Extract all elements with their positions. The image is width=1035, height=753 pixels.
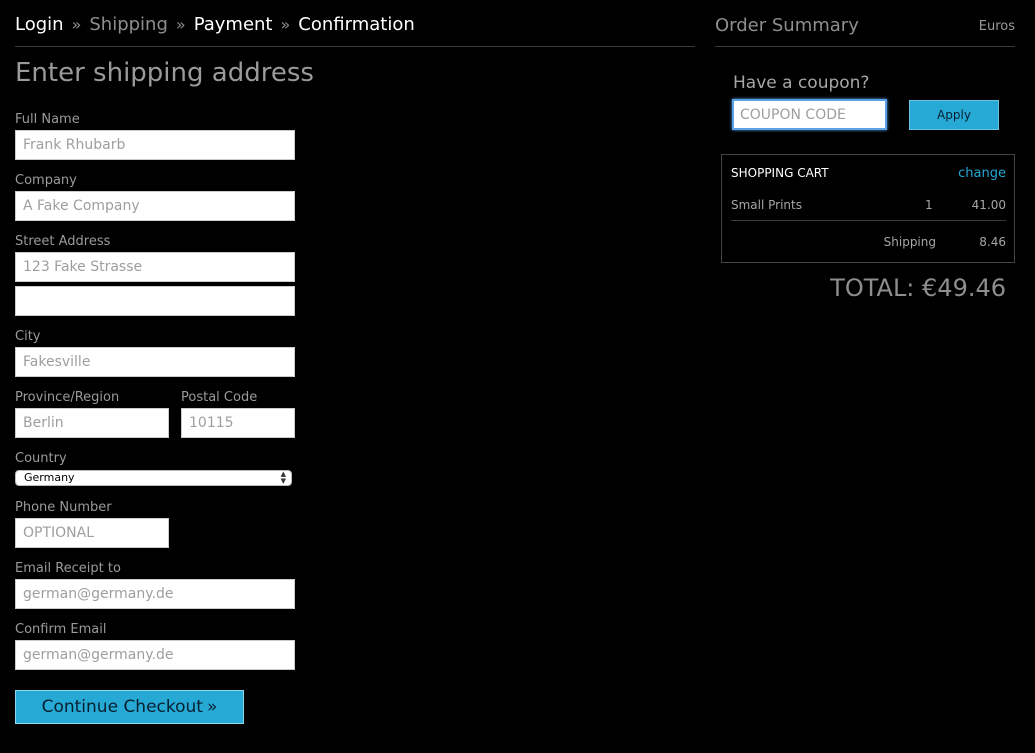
coupon-prompt: Have a coupon? [733,73,870,93]
breadcrumb-step-payment[interactable]: Payment [194,14,273,35]
breadcrumb: Login » Shipping » Payment » Confirmation [15,14,415,38]
email-label: Email Receipt to [15,561,121,576]
company-input[interactable] [15,191,295,221]
street-address-label: Street Address [15,234,111,249]
cart-divider [731,220,1006,221]
country-select[interactable]: Germany ▲ ▼ [15,470,292,486]
postal-code-label: Postal Code [181,390,258,405]
shipping-label: Shipping [883,235,936,249]
divider [715,46,1015,47]
order-summary-title: Order Summary [715,15,859,36]
email-input[interactable] [15,579,295,609]
confirm-email-input[interactable] [15,640,295,670]
continue-checkout-button[interactable]: Continue Checkout» [15,690,244,724]
breadcrumb-step-login[interactable]: Login [15,14,64,35]
city-input[interactable] [15,347,295,377]
apply-coupon-button[interactable]: Apply [909,100,999,130]
postal-code-input[interactable] [181,408,295,438]
full-name-label: Full Name [15,112,80,127]
shopping-cart-box: SHOPPING CART change Small Prints 1 41.0… [721,154,1015,263]
full-name-input[interactable] [15,130,295,160]
breadcrumb-separator: » [280,15,291,34]
change-cart-link[interactable]: change [958,166,1006,181]
continue-checkout-label: Continue Checkout [41,697,203,717]
country-select-value: Germany [24,471,75,484]
currency-label: Euros [978,19,1015,34]
city-label: City [15,329,41,344]
company-label: Company [15,173,77,188]
breadcrumb-separator: » [175,15,186,34]
breadcrumb-step-shipping: Shipping [89,14,168,35]
street-address-line2-input[interactable] [15,286,295,316]
shopping-cart-title: SHOPPING CART [731,166,829,180]
street-address-input[interactable] [15,252,295,282]
phone-label: Phone Number [15,500,112,515]
order-total: TOTAL: €49.46 [830,274,1006,302]
breadcrumb-step-confirmation[interactable]: Confirmation [298,14,414,35]
page-title: Enter shipping address [15,58,314,88]
province-input[interactable] [15,408,169,438]
select-arrows-icon: ▲ ▼ [280,470,286,485]
province-label: Province/Region [15,390,120,405]
shipping-value: 8.46 [979,235,1006,249]
country-label: Country [15,451,67,466]
cart-item-name: Small Prints [731,198,802,212]
double-chevron-right-icon: » [206,697,218,717]
phone-input[interactable] [15,518,169,548]
breadcrumb-separator: » [71,15,82,34]
cart-item-price: 41.00 [971,198,1006,212]
divider [15,46,695,47]
cart-item-quantity: 1 [925,198,933,212]
coupon-code-input[interactable] [732,99,887,130]
confirm-email-label: Confirm Email [15,622,107,637]
